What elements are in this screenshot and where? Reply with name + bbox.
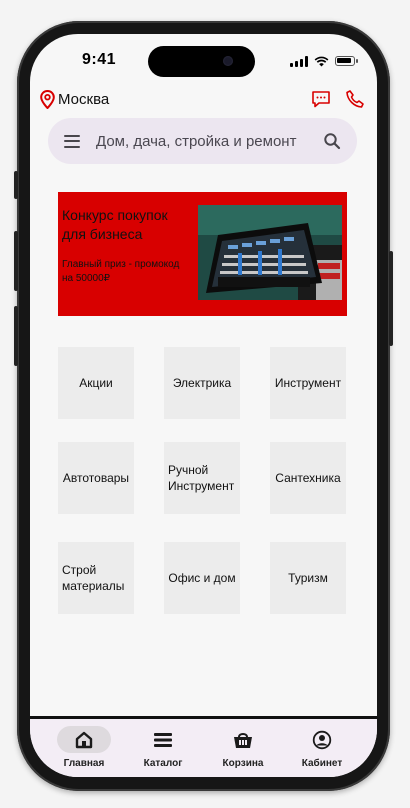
status-icons (290, 54, 358, 68)
nav-cart-label: Корзина (222, 758, 264, 769)
nav-home-label: Главная (63, 758, 105, 769)
menu-icon[interactable] (64, 134, 80, 148)
chat-icon[interactable] (311, 89, 331, 109)
category-office-home[interactable]: Офис и дом (164, 542, 240, 614)
category-plumbing[interactable]: Сантехника (270, 442, 346, 514)
signal-icon (290, 55, 308, 67)
home-icon (75, 731, 93, 748)
nav-cart-indicator (216, 726, 270, 753)
location-pin-icon (40, 90, 55, 109)
screen: 9:41 Москва Дом, дача, стройка и ремонт … (30, 34, 377, 777)
catalog-icon (154, 732, 172, 747)
search-input[interactable]: Дом, дача, стройка и ремонт (96, 133, 323, 150)
camera-icon (223, 56, 233, 66)
nav-home[interactable]: Главная (49, 719, 119, 769)
category-promotions[interactable]: Акции (58, 347, 134, 419)
nav-cart[interactable]: Корзина (208, 719, 278, 769)
power-button (389, 251, 393, 346)
battery-icon (335, 56, 358, 66)
category-auto[interactable]: Автотовары (58, 442, 134, 514)
banner-subtitle: Главный приз - промокод на 50000₽ (62, 259, 180, 284)
search-icon[interactable] (323, 132, 341, 150)
nav-catalog-label: Каталог (143, 758, 183, 769)
volume-up-button (14, 231, 18, 291)
location-selector[interactable]: Москва (40, 90, 109, 109)
account-icon (312, 730, 332, 749)
wifi-icon (314, 56, 329, 66)
nav-account-label: Кабинет (301, 758, 343, 769)
nav-account-indicator (295, 726, 349, 753)
nav-catalog[interactable]: Каталог (128, 719, 198, 769)
category-electrics[interactable]: Электрика (164, 347, 240, 419)
cart-icon (234, 732, 252, 748)
toolbox-image (198, 205, 342, 300)
search-bar[interactable]: Дом, дача, стройка и ремонт (48, 118, 357, 164)
header-actions (311, 89, 365, 109)
promo-banner[interactable]: Конкурс покупок для бизнеса Главный приз… (58, 192, 347, 316)
volume-down-button (14, 306, 18, 366)
nav-account[interactable]: Кабинет (287, 719, 357, 769)
phone-icon[interactable] (345, 89, 365, 109)
nav-home-indicator (57, 726, 111, 753)
category-building-materials[interactable]: Строй материалы (58, 542, 134, 614)
nav-catalog-indicator (136, 726, 190, 753)
category-tourism[interactable]: Туризм (270, 542, 346, 614)
silent-switch (14, 171, 18, 199)
city-name: Москва (58, 91, 110, 108)
dynamic-island (148, 46, 255, 77)
banner-title: Конкурс покупок для бизнеса (62, 207, 168, 242)
category-tools[interactable]: Инструмент (270, 347, 346, 419)
category-hand-tools[interactable]: Ручной Инструмент (164, 442, 240, 514)
status-time: 9:41 (82, 51, 117, 68)
bottom-nav: Главная Каталог Корзина Кабинет (30, 716, 377, 777)
